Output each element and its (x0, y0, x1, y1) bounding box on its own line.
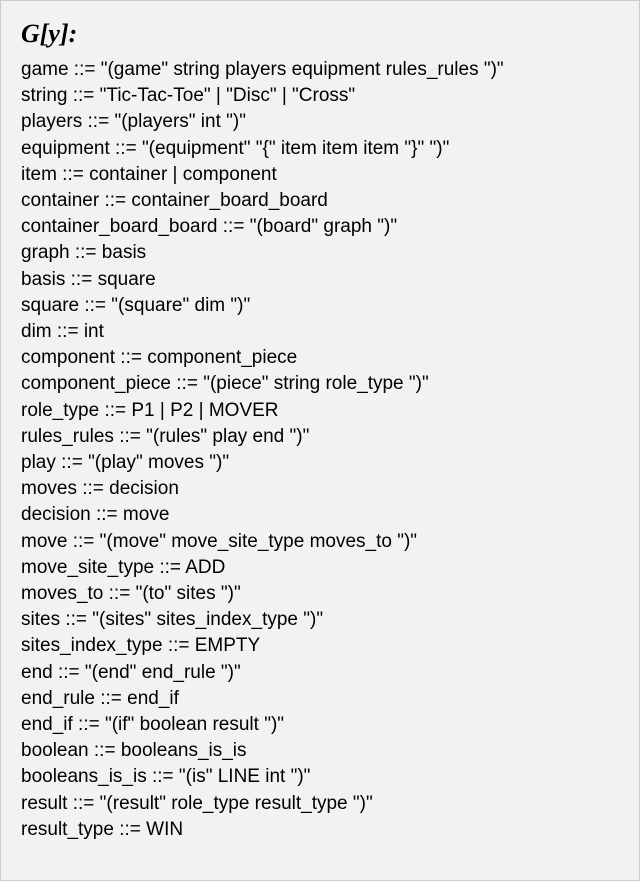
grammar-rule: result ::= "(result" role_type result_ty… (21, 791, 619, 817)
grammar-rule: game ::= "(game" string players equipmen… (21, 57, 619, 83)
grammar-rule: move_site_type ::= ADD (21, 555, 619, 581)
grammar-rule: dim ::= int (21, 319, 619, 345)
grammar-rule: end_if ::= "(if" boolean result ")" (21, 712, 619, 738)
grammar-rule: equipment ::= "(equipment" "{" item item… (21, 136, 619, 162)
grammar-rule: boolean ::= booleans_is_is (21, 738, 619, 764)
grammar-rules-container: game ::= "(game" string players equipmen… (21, 57, 619, 843)
grammar-rule: item ::= container | component (21, 162, 619, 188)
grammar-rule: component ::= component_piece (21, 345, 619, 371)
grammar-rule: component_piece ::= "(piece" string role… (21, 371, 619, 397)
grammar-rule: decision ::= move (21, 502, 619, 528)
grammar-rule: square ::= "(square" dim ")" (21, 293, 619, 319)
grammar-rule: booleans_is_is ::= "(is" LINE int ")" (21, 764, 619, 790)
grammar-rule: rules_rules ::= "(rules" play end ")" (21, 424, 619, 450)
grammar-rule: sites ::= "(sites" sites_index_type ")" (21, 607, 619, 633)
grammar-rule: move ::= "(move" move_site_type moves_to… (21, 529, 619, 555)
grammar-rule: moves ::= decision (21, 476, 619, 502)
grammar-rule: sites_index_type ::= EMPTY (21, 633, 619, 659)
grammar-rule: end ::= "(end" end_rule ")" (21, 660, 619, 686)
grammar-rule: container ::= container_board_board (21, 188, 619, 214)
grammar-rule: play ::= "(play" moves ")" (21, 450, 619, 476)
grammar-rule: end_rule ::= end_if (21, 686, 619, 712)
grammar-title: G[y]: (21, 19, 619, 49)
grammar-rule: moves_to ::= "(to" sites ")" (21, 581, 619, 607)
grammar-rule: basis ::= square (21, 267, 619, 293)
grammar-rule: result_type ::= WIN (21, 817, 619, 843)
grammar-rule: role_type ::= P1 | P2 | MOVER (21, 398, 619, 424)
grammar-rule: players ::= "(players" int ")" (21, 109, 619, 135)
grammar-rule: string ::= "Tic-Tac-Toe" | "Disc" | "Cro… (21, 83, 619, 109)
grammar-rule: graph ::= basis (21, 240, 619, 266)
grammar-rule: container_board_board ::= "(board" graph… (21, 214, 619, 240)
